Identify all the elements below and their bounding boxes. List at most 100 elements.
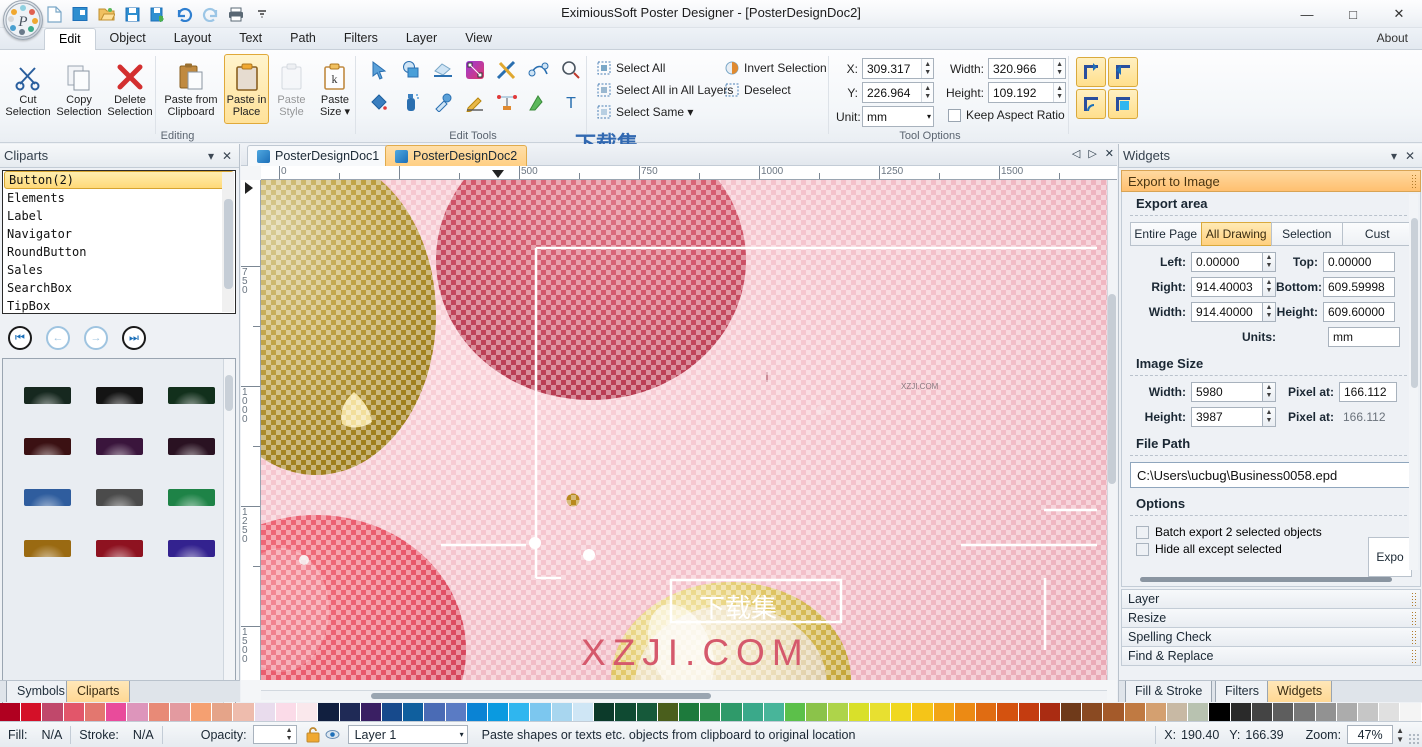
drag-grip-icon[interactable]	[1411, 649, 1416, 663]
deselect-button[interactable]: Deselect	[722, 80, 794, 100]
palette-swatch[interactable]	[1273, 703, 1295, 721]
clipart-category-item[interactable]: Label	[3, 207, 235, 225]
export-left-stepper[interactable]: ▲ ▼	[1263, 252, 1276, 272]
palette-swatch[interactable]	[488, 703, 510, 721]
palette-swatch[interactable]	[1039, 703, 1061, 721]
palette-swatch[interactable]	[933, 703, 955, 721]
last-page-button[interactable]: ⏭	[122, 326, 146, 350]
palette-swatch[interactable]	[806, 703, 828, 721]
ribbon-tab-view[interactable]: View	[451, 28, 506, 50]
poster-artboard[interactable]: XZJI.COM 下载集 XZJI.COM	[261, 180, 1107, 680]
canvas-vertical-scroll-thumb[interactable]	[1108, 294, 1116, 484]
opacity-stepper[interactable]: ▲ ▼	[286, 727, 296, 743]
align-top-right-icon[interactable]	[1108, 57, 1138, 87]
palette-swatch[interactable]	[297, 703, 319, 721]
palette-swatch[interactable]	[1336, 703, 1358, 721]
select-all-button[interactable]: Select All	[594, 58, 668, 78]
close-document-button[interactable]: ✕	[1105, 147, 1114, 160]
export-units-value[interactable]: mm	[1328, 327, 1400, 347]
canvas-horizontal-scroll-thumb[interactable]	[371, 693, 711, 699]
paste-size-button[interactable]: k Paste Size ▾	[313, 54, 357, 124]
export-width-stepper[interactable]: ▲ ▼	[1263, 302, 1276, 322]
palette-swatch[interactable]	[0, 703, 22, 721]
keep-aspect-ratio-checkbox[interactable]: Keep Aspect Ratio	[948, 108, 1065, 122]
palette-swatch[interactable]	[106, 703, 128, 721]
palette-swatch[interactable]	[1400, 703, 1422, 721]
palette-swatch[interactable]	[1315, 703, 1337, 721]
ribbon-tab-layout[interactable]: Layout	[160, 28, 226, 50]
paste-from-clipboard-button[interactable]: Paste from Clipboard	[159, 54, 223, 124]
palette-swatch[interactable]	[148, 703, 170, 721]
ribbon-tab-filters[interactable]: Filters	[330, 28, 392, 50]
palette-swatch[interactable]	[339, 703, 361, 721]
palette-swatch[interactable]	[21, 703, 43, 721]
clipart-list-scroll-thumb[interactable]	[224, 199, 233, 289]
export-height-value[interactable]: 609.60000	[1323, 302, 1395, 322]
ribbon-tab-object[interactable]: Object	[96, 28, 160, 50]
clipart-thumbnail[interactable]	[155, 438, 227, 455]
previous-page-button[interactable]: ←	[46, 326, 70, 350]
palette-swatch[interactable]	[190, 703, 213, 721]
export-bottom-value[interactable]: 609.59998	[1323, 277, 1395, 297]
close-icon[interactable]: ✕	[1402, 149, 1418, 163]
transform-tool-icon[interactable]	[492, 87, 522, 117]
next-document-button[interactable]: ▷	[1088, 147, 1096, 160]
palette-swatch[interactable]	[1145, 703, 1168, 721]
palette-swatch[interactable]	[657, 703, 679, 721]
y-stepper[interactable]: ▲ ▼	[921, 83, 933, 102]
layer-section-header[interactable]: Layer	[1121, 589, 1421, 609]
paste-in-place-button[interactable]: Paste in Place	[224, 54, 269, 124]
clipart-thumbnail[interactable]	[83, 438, 155, 455]
eye-icon[interactable]	[325, 728, 340, 741]
palette-swatch[interactable]	[360, 703, 382, 721]
app-menu-orb[interactable]: P	[3, 0, 43, 40]
palette-swatch[interactable]	[700, 703, 722, 721]
palette-swatch[interactable]	[636, 703, 658, 721]
width-stepper[interactable]: ▲ ▼	[1053, 59, 1065, 78]
unit-select[interactable]: mm ▾	[862, 106, 934, 127]
clipart-category-item[interactable]: Elements	[3, 189, 235, 207]
export-to-image-section-header[interactable]: Export to Image	[1121, 170, 1421, 192]
image-width-pixel-value[interactable]: 166.112	[1339, 382, 1397, 402]
clipart-category-item[interactable]: SearchBox	[3, 279, 235, 297]
tab-filters[interactable]: Filters	[1215, 681, 1270, 702]
ribbon-tab-path[interactable]: Path	[276, 28, 330, 50]
zoom-tool-icon[interactable]	[556, 55, 586, 85]
clipart-category-item[interactable]: Button(2)	[4, 171, 234, 189]
cut-selection-button[interactable]: Cut Selection	[2, 54, 54, 124]
window-resize-grip[interactable]	[1408, 733, 1420, 745]
shape-tool-icon[interactable]	[396, 55, 426, 85]
palette-swatch[interactable]	[127, 703, 149, 721]
palette-swatch[interactable]	[445, 703, 467, 721]
palette-swatch[interactable]	[763, 703, 786, 721]
export-area-all-drawing-button[interactable]: All Drawing	[1200, 222, 1272, 246]
measure-tool-icon[interactable]	[492, 55, 522, 85]
fill-value[interactable]: N/A	[41, 728, 62, 742]
palette-swatch[interactable]	[212, 703, 234, 721]
palette-swatch[interactable]	[318, 703, 340, 721]
vertical-ruler[interactable]: 750 1000 1250 1500	[241, 180, 261, 680]
ribbon-tab-layer[interactable]: Layer	[392, 28, 451, 50]
clipart-category-item[interactable]: Sales	[3, 261, 235, 279]
palette-swatch[interactable]	[424, 703, 446, 721]
palette-swatch[interactable]	[466, 703, 489, 721]
clipart-thumbnail[interactable]	[11, 540, 83, 557]
lock-icon[interactable]	[305, 726, 321, 743]
poster-button-text[interactable]: 下载集	[699, 588, 777, 625]
palette-swatch[interactable]	[594, 703, 616, 721]
resize-section-header[interactable]: Resize	[1121, 608, 1421, 628]
export-width-value[interactable]: 914.40000	[1191, 302, 1263, 322]
image-height-stepper[interactable]: ▲ ▼	[1263, 407, 1276, 427]
palette-swatch[interactable]	[63, 703, 85, 721]
fill-tool-icon[interactable]	[364, 87, 394, 117]
text-tool-icon[interactable]: T	[556, 87, 586, 117]
paste-style-button[interactable]: Paste Style	[270, 54, 313, 124]
palette-swatch[interactable]	[827, 703, 849, 721]
gradient-tool-icon[interactable]	[460, 55, 490, 85]
spray-tool-icon[interactable]	[396, 87, 426, 117]
palette-swatch[interactable]	[1294, 703, 1316, 721]
palette-swatch[interactable]	[381, 703, 404, 721]
select-all-in-all-layers-button[interactable]: Select All in All Layers	[594, 80, 736, 100]
palette-swatch[interactable]	[84, 703, 107, 721]
clipart-thumbnail[interactable]	[155, 540, 227, 557]
